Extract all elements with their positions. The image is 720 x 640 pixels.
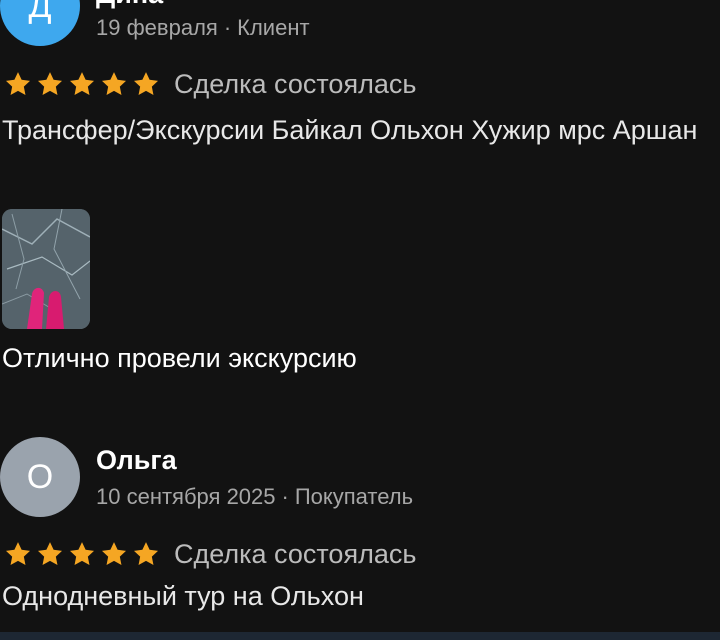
ice-feet-photo-icon (2, 209, 90, 329)
star-icon (69, 542, 95, 565)
star-rating (4, 70, 160, 98)
review-meta: 19 февраля · Клиент (96, 15, 310, 41)
reviewer-name[interactable]: Дина (96, 0, 163, 10)
review-date: 19 февраля (96, 15, 218, 40)
reviews-page: Д Дина 19 февраля·Клиент Сделка состояла… (0, 0, 720, 640)
star-icon (5, 72, 31, 95)
star-icon (5, 542, 31, 565)
star-icon (101, 72, 127, 95)
avatar-letter: О (26, 457, 54, 496)
reviewer-avatar[interactable]: Д (0, 0, 80, 46)
star-icon (69, 72, 95, 95)
deal-status: Сделка состоялась (174, 68, 417, 99)
deal-status: Сделка состоялась (174, 538, 417, 569)
review-rating: Сделка состоялась (4, 67, 416, 101)
star-rating (4, 540, 160, 568)
avatar-letter: Д (28, 0, 52, 25)
review-rating: Сделка состоялась (4, 537, 416, 571)
review-photo[interactable] (2, 209, 90, 329)
review-listing-title[interactable]: Трансфер/Экскурсии Байкал Ольхон Хужир м… (2, 111, 702, 150)
review-date: 10 сентября 2025 (96, 484, 276, 509)
star-icon (101, 542, 127, 565)
reviewer-role: Покупатель (294, 484, 414, 509)
star-icon (133, 542, 159, 565)
meta-separator: · (281, 484, 289, 509)
star-icon (37, 72, 63, 95)
meta-separator: · (223, 15, 232, 40)
reviewer-name[interactable]: Ольга (96, 445, 177, 476)
reviewer-avatar[interactable]: О (0, 437, 80, 517)
review-meta: 10 сентября 2025 · Покупатель (96, 484, 413, 510)
star-icon (133, 72, 159, 95)
reviewer-role: Клиент (237, 15, 310, 40)
next-item-edge (0, 632, 720, 640)
star-icon (37, 542, 63, 565)
review-comment: Отлично провели экскурсию (2, 343, 357, 373)
review-listing-title[interactable]: Однодневный тур на Ольхон (2, 577, 364, 616)
